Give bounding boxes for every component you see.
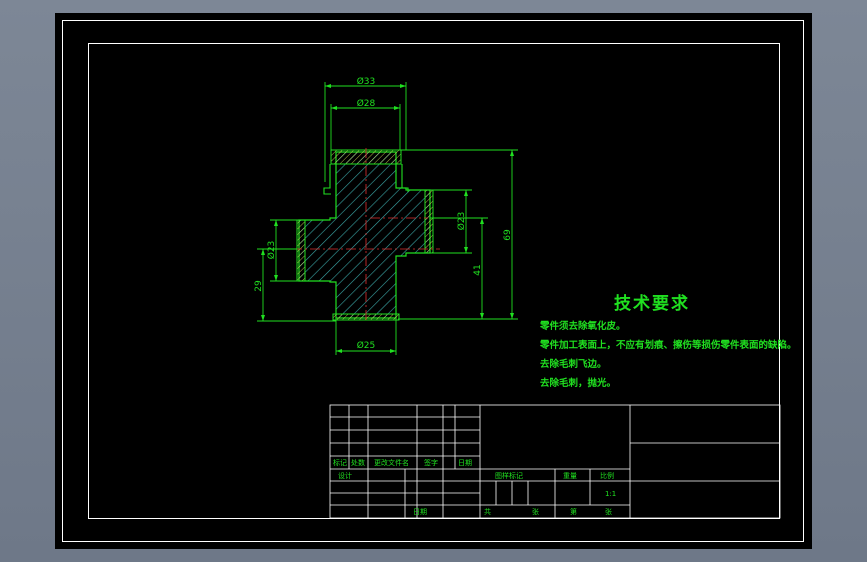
tb-signature: 签字	[424, 458, 438, 467]
tb-scale-value: 1:1	[605, 490, 616, 498]
tb-weight: 重量	[563, 472, 577, 480]
requirement-line-3: 去除毛刺飞边。	[540, 359, 607, 370]
dim-d23-left: Ø23	[266, 241, 277, 260]
tb-count: 处数	[351, 458, 365, 467]
tb-stage-mark: 图样标记	[495, 471, 523, 480]
dim-len69: 69	[503, 229, 513, 241]
requirement-line-1: 零件须去除氧化皮。	[540, 321, 626, 332]
tb-sheet1: 张	[532, 507, 539, 516]
dim-d25: Ø25	[357, 340, 376, 351]
dim-d28: Ø28	[357, 98, 376, 109]
requirements-title: 技术要求	[614, 294, 690, 314]
right-neck	[401, 164, 409, 192]
tb-change-doc: 更改文件名	[374, 458, 409, 467]
tb-total: 共	[484, 507, 491, 516]
section-body	[298, 151, 431, 319]
left-thread	[296, 219, 306, 282]
tb-designer: 设计	[338, 471, 352, 480]
right-thread	[424, 189, 434, 254]
dim-len29: 29	[254, 280, 264, 292]
dim-d23-right: Ø23	[456, 212, 467, 231]
tb-mark: 标记	[333, 458, 347, 467]
title-block-text: 标记 处数 更改文件名 签字 日期 设计 日期 图样标记 重量 比例 1:1 共…	[333, 458, 616, 516]
dim-d33: Ø33	[357, 76, 376, 87]
tb-scale: 比例	[600, 471, 614, 480]
tb-page: 第	[570, 507, 577, 516]
dim-len41: 41	[473, 264, 483, 275]
tb-date: 日期	[413, 508, 427, 516]
part-section	[292, 148, 440, 322]
requirement-line-4: 去除毛刺，抛光。	[540, 378, 617, 389]
tb-sheet2: 张	[605, 507, 612, 516]
part-drawing: Ø33 Ø28 Ø25 69 41 Ø23 Ø23 29 标记 处数 更改文件名…	[254, 76, 781, 519]
requirement-line-2: 零件加工表面上，不应有划痕、擦伤等损伤零件表面的缺陷。	[540, 340, 797, 351]
tb-date-col: 日期	[458, 459, 472, 467]
